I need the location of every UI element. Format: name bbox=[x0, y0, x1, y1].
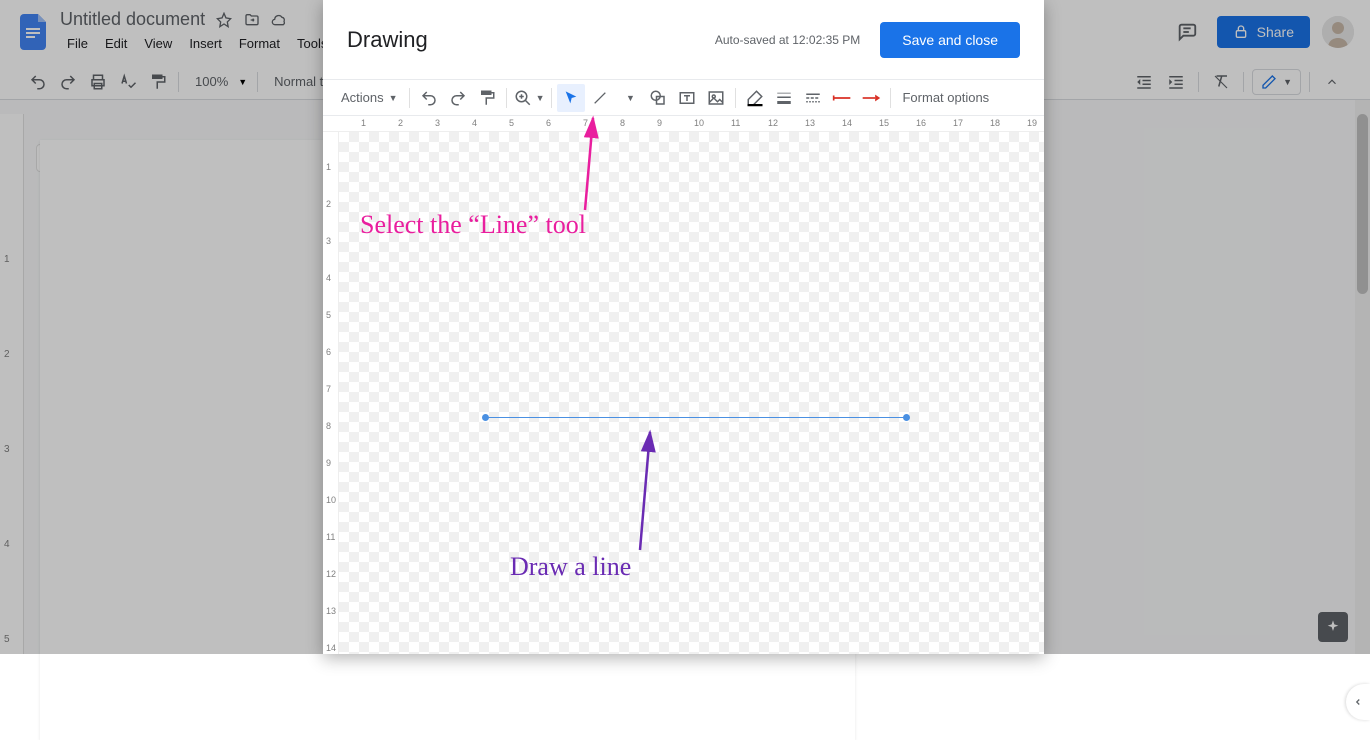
paint-format-icon[interactable] bbox=[473, 84, 501, 112]
drawing-redo-icon[interactable] bbox=[444, 84, 472, 112]
annotation-draw-line: Draw a line bbox=[510, 552, 631, 582]
dialog-title: Drawing bbox=[347, 27, 428, 53]
line-start-icon[interactable] bbox=[828, 84, 856, 112]
drawing-undo-icon[interactable] bbox=[415, 84, 443, 112]
drawing-dialog: Drawing Auto-saved at 12:02:35 PM Save a… bbox=[323, 0, 1044, 654]
zoom-icon[interactable]: ▼ bbox=[512, 84, 547, 112]
line-tool-icon[interactable] bbox=[586, 84, 614, 112]
line-start-handle[interactable] bbox=[482, 414, 489, 421]
line-end-icon[interactable] bbox=[857, 84, 885, 112]
side-panel-toggle-icon[interactable] bbox=[1346, 684, 1370, 720]
textbox-tool-icon[interactable] bbox=[673, 84, 701, 112]
format-options-button[interactable]: Format options bbox=[896, 90, 995, 105]
drawing-toolbar: Actions▼ ▼ ▼ Format options bbox=[323, 80, 1044, 116]
line-color-icon[interactable] bbox=[741, 84, 769, 112]
shape-tool-icon[interactable] bbox=[644, 84, 672, 112]
line-dash-icon[interactable] bbox=[799, 84, 827, 112]
save-and-close-button[interactable]: Save and close bbox=[880, 22, 1020, 58]
annotation-line-tool: Select the “Line” tool bbox=[360, 210, 586, 240]
autosave-status: Auto-saved at 12:02:35 PM bbox=[715, 33, 860, 47]
select-tool-icon[interactable] bbox=[557, 84, 585, 112]
drawn-line-shape[interactable] bbox=[486, 417, 906, 419]
line-end-handle[interactable] bbox=[903, 414, 910, 421]
drawing-horizontal-ruler: 12345678910111213141516171819 bbox=[323, 116, 1044, 132]
image-tool-icon[interactable] bbox=[702, 84, 730, 112]
line-tool-dropdown-icon[interactable]: ▼ bbox=[615, 84, 643, 112]
line-weight-icon[interactable] bbox=[770, 84, 798, 112]
actions-menu[interactable]: Actions▼ bbox=[335, 90, 404, 105]
drawing-vertical-ruler: 1234567891011121314 bbox=[323, 132, 339, 654]
